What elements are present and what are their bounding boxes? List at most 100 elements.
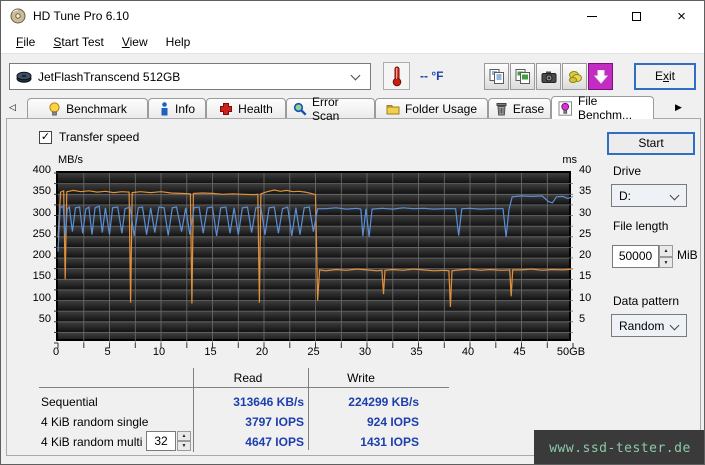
chart-canvas — [54, 173, 577, 349]
queue-depth-input[interactable]: 32 — [146, 431, 176, 451]
copy-image-icon — [514, 68, 532, 86]
copy-image-button[interactable] — [510, 63, 535, 90]
y-axis-right-tick: 30 — [579, 207, 591, 219]
x-axis-tick: 45 — [495, 346, 545, 358]
file-length-input[interactable]: 50000 — [612, 245, 659, 268]
benchmark-chart: MB/s ms 40035030025020015010050403530252… — [1, 149, 705, 361]
save-results-button[interactable] — [588, 63, 613, 90]
x-axis-tick: 20 — [237, 346, 287, 358]
close-button[interactable]: × — [659, 1, 704, 31]
file-length-stepper[interactable]: ▲ ▼ — [659, 245, 673, 268]
y-axis-right-tick: 25 — [579, 228, 591, 240]
tab-scroll-right-icon[interactable]: ▶ — [675, 99, 682, 115]
tab-file-benchmark[interactable]: File Benchm... — [551, 96, 654, 119]
tab-folder-usage[interactable]: Folder Usage — [375, 98, 488, 118]
y-axis-left-tick: 200 — [19, 249, 51, 261]
y-axis-left-unit: MB/s — [58, 154, 83, 166]
tab-scroll-left-icon[interactable]: ◁ — [9, 99, 16, 115]
write-column-header: Write — [311, 369, 411, 387]
y-axis-left-tick: 300 — [19, 207, 51, 219]
screenshot-icon — [540, 68, 558, 86]
temperature-button[interactable] — [383, 62, 410, 90]
drive-label: Drive — [613, 164, 641, 178]
transfer-speed-label: Transfer speed — [59, 130, 139, 144]
queue-depth-stepper[interactable]: ▲ ▼ — [177, 431, 191, 451]
exit-button[interactable]: Exit — [634, 63, 696, 90]
close-icon: × — [677, 9, 686, 24]
maximize-button[interactable] — [614, 1, 659, 31]
y-axis-right-tick: 5 — [579, 313, 585, 325]
minimize-icon — [587, 16, 597, 17]
stepper-down-icon[interactable]: ▼ — [177, 441, 191, 451]
tab-error-scan[interactable]: Error Scan — [286, 98, 375, 118]
stepper-down-icon[interactable]: ▼ — [659, 257, 673, 269]
chart-plot-area — [56, 171, 571, 341]
menu-start-test[interactable]: Start Test — [44, 31, 112, 53]
tab-bar: ◁ Benchmark Info Health — [1, 96, 704, 119]
x-axis-tick: 15 — [186, 346, 236, 358]
window-title: HD Tune Pro 6.10 — [33, 9, 129, 23]
error-scan-magnifier-icon — [293, 102, 307, 116]
read-column-header: Read — [198, 369, 298, 387]
watermark-banner: www.ssd-tester.de — [534, 430, 705, 465]
drive-icon — [16, 71, 32, 83]
transfer-speed-option[interactable]: ✓ Transfer speed — [39, 130, 139, 144]
tab-label: Benchmark — [66, 102, 127, 116]
tab-label: Erase — [513, 102, 544, 116]
toolbar: JetFlashTranscend 512GB -- °F — [1, 53, 704, 96]
drive-value: D: — [619, 189, 631, 203]
folder-icon — [386, 102, 400, 115]
x-axis-tick: 35 — [392, 346, 442, 358]
copy-text-button[interactable] — [484, 63, 509, 90]
y-axis-right-tick: 10 — [579, 292, 591, 304]
row-label: Sequential — [41, 393, 98, 411]
sequential-write-value: 224299 KB/s — [316, 393, 419, 411]
stepper-up-icon[interactable]: ▲ — [659, 245, 673, 257]
drive-dropdown[interactable]: D: — [611, 184, 687, 207]
x-axis-tick: 30 — [340, 346, 390, 358]
tab-info[interactable]: Info — [148, 98, 206, 118]
app-window: HD Tune Pro 6.10 × File Start Test View … — [0, 0, 705, 465]
data-pattern-dropdown[interactable]: Random — [611, 314, 687, 337]
app-disk-icon — [10, 8, 26, 24]
tab-label: Folder Usage — [405, 102, 477, 116]
row-label: 4 KiB random single — [41, 413, 148, 431]
menu-file[interactable]: File — [7, 31, 44, 53]
menu-help[interactable]: Help — [157, 31, 200, 53]
donate-button[interactable] — [562, 63, 587, 90]
table-divider — [308, 368, 309, 450]
file-length-label: File length — [613, 219, 668, 233]
row-label: 4 KiB random multi — [41, 433, 142, 451]
tab-label: Info — [175, 102, 195, 116]
tab-health[interactable]: Health — [206, 98, 286, 118]
tab-label: Health — [238, 102, 273, 116]
minimize-button[interactable] — [569, 1, 614, 31]
tab-erase[interactable]: Erase — [488, 98, 551, 118]
start-button[interactable]: Start — [607, 132, 695, 155]
y-axis-left-tick: 150 — [19, 270, 51, 282]
transfer-speed-checkbox[interactable]: ✓ — [39, 131, 52, 144]
copy-text-icon — [488, 68, 506, 86]
x-axis-tick: 40 — [443, 346, 493, 358]
stepper-up-icon[interactable]: ▲ — [177, 431, 191, 441]
file-benchmark-bulb-icon — [558, 101, 573, 116]
y-axis-left-tick: 50 — [19, 313, 51, 325]
screenshot-button[interactable] — [536, 63, 561, 90]
chevron-down-icon — [670, 321, 680, 331]
random-single-write-value: 924 IOPS — [316, 413, 419, 431]
x-axis-tick: 50GB — [546, 346, 596, 358]
tab-benchmark[interactable]: Benchmark — [27, 98, 148, 118]
menu-view[interactable]: View — [113, 31, 157, 53]
y-axis-left-tick: 100 — [19, 292, 51, 304]
trash-icon — [495, 102, 508, 116]
x-axis-tick: 5 — [83, 346, 133, 358]
drive-select-dropdown[interactable]: JetFlashTranscend 512GB — [9, 63, 371, 90]
data-pattern-label: Data pattern — [613, 294, 679, 308]
maximize-icon — [632, 12, 641, 21]
y-axis-right-tick: 40 — [579, 164, 591, 176]
random-single-read-value: 3797 IOPS — [201, 413, 304, 431]
drive-select-value: JetFlashTranscend 512GB — [38, 70, 180, 84]
tab-label: Error Scan — [312, 95, 368, 123]
y-axis-right-unit: ms — [553, 154, 577, 166]
chevron-down-icon — [351, 71, 361, 81]
